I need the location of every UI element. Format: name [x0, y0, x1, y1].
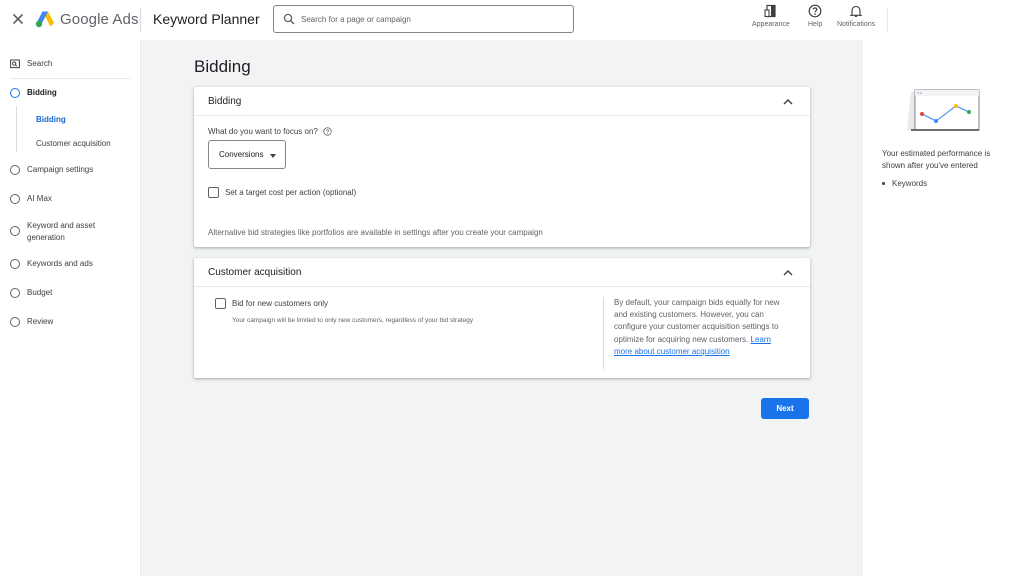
focus-dropdown[interactable]: Conversions	[208, 140, 286, 169]
nav-label-review: Review	[27, 317, 54, 326]
nav-label-search: Search	[27, 59, 53, 68]
search-icon	[283, 13, 295, 25]
target-cpa-label: Set a target cost per action (optional)	[225, 188, 357, 197]
notifications-button[interactable]: Notifications	[837, 4, 875, 28]
help-label: Help	[808, 21, 823, 28]
header-divider	[140, 8, 141, 32]
customer-acquisition-card-title: Customer acquisition	[208, 267, 302, 278]
nav-separator	[10, 78, 130, 79]
new-customers-label: Bid for new customers only	[232, 299, 329, 308]
page-title: Bidding	[194, 57, 251, 76]
help-button[interactable]: Help	[808, 4, 822, 28]
step-circle-icon	[10, 259, 20, 269]
header-right-divider	[887, 8, 888, 32]
customer-acquisition-card: Customer acquisition Bid for new custome…	[194, 258, 810, 378]
card-vertical-divider	[603, 297, 604, 369]
help-circle-icon[interactable]	[323, 127, 332, 136]
caret-down-icon	[270, 154, 276, 158]
search-input[interactable]	[301, 14, 561, 24]
focus-question-text: What do you want to focus on?	[208, 127, 318, 136]
nav-label-ai-max: AI Max	[27, 194, 52, 203]
bell-icon	[849, 5, 863, 17]
notifications-label: Notifications	[837, 21, 876, 28]
alternative-strategies-note: Alternative bid strategies like portfoli…	[208, 228, 543, 237]
bidding-card-title: Bidding	[208, 96, 242, 107]
nav-label-campaign-settings: Campaign settings	[27, 165, 94, 174]
bullet-icon	[882, 182, 885, 185]
sub-nav-line	[16, 106, 17, 152]
requirements-list-item: Keywords	[882, 179, 927, 188]
appearance-button[interactable]: Appearance	[752, 4, 790, 28]
appearance-label: Appearance	[752, 21, 790, 28]
top-bar: Google Ads Keyword Planner Appearance He…	[0, 0, 1024, 40]
nav-label-bidding: Bidding	[27, 88, 57, 97]
chevron-up-icon[interactable]	[782, 267, 794, 279]
step-circle-icon	[10, 226, 20, 236]
brand-name: Google Ads	[60, 11, 139, 28]
chevron-up-icon[interactable]	[782, 96, 794, 108]
new-customers-note: Your campaign will be limited to only ne…	[232, 317, 474, 324]
search-page-icon	[10, 59, 20, 69]
right-panel: Your estimated performance is shown afte…	[863, 40, 1024, 576]
customer-acquisition-card-header[interactable]: Customer acquisition	[194, 258, 810, 287]
nav-label-keyword-and-asset-generation: Keyword and asset generation	[27, 221, 96, 242]
appearance-icon	[764, 4, 776, 18]
next-button[interactable]: Next	[761, 398, 809, 419]
step-circle-icon	[10, 288, 20, 298]
sub-item-bidding[interactable]: Bidding	[36, 115, 66, 124]
customer-acquisition-description: By default, your campaign bids equally f…	[614, 297, 790, 358]
focus-dropdown-value: Conversions	[219, 150, 264, 159]
step-circle-icon	[10, 165, 20, 175]
left-nav: Search Bidding Bidding Customer acquisit…	[0, 40, 141, 576]
step-circle-icon	[10, 194, 20, 204]
bidding-card: Bidding What do you want to focus on? Co…	[194, 87, 810, 247]
nav-label-keywords-and-ads: Keywords and ads	[27, 259, 93, 268]
step-circle-icon	[10, 317, 20, 327]
new-customers-checkbox[interactable]	[215, 298, 226, 309]
performance-chart-illustration	[907, 89, 980, 131]
estimated-performance-text: Your estimated performance is shown afte…	[882, 149, 991, 170]
search-box[interactable]	[273, 5, 574, 33]
bidding-card-header[interactable]: Bidding	[194, 87, 810, 116]
focus-question: What do you want to focus on?	[208, 127, 332, 136]
google-ads-logo-icon	[35, 11, 54, 28]
sub-item-customer-acquisition[interactable]: Customer acquisition	[36, 139, 111, 148]
target-cpa-checkbox[interactable]	[208, 187, 219, 198]
help-icon	[808, 4, 822, 18]
close-icon[interactable]	[10, 11, 26, 27]
nav-label-budget: Budget	[27, 288, 53, 297]
step-circle-icon	[10, 88, 20, 98]
tool-title: Keyword Planner	[153, 11, 260, 27]
requirements-list-label: Keywords	[892, 179, 928, 188]
